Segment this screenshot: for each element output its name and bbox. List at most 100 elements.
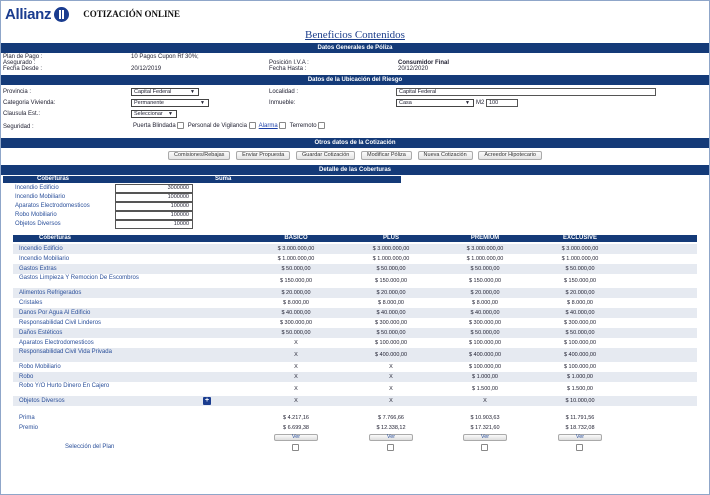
- seleccion-plan-label: Selección del Plan: [65, 444, 115, 450]
- suma-input[interactable]: 3000000: [115, 184, 193, 193]
- table-row: Robo X X $ 1.000,00 $ 1.000,00: [13, 372, 697, 382]
- coverage-name: Incendio Edificio: [19, 246, 63, 252]
- prima-value: $ 7.766,66: [378, 415, 404, 421]
- inmueble-label: Inmueble:: [269, 100, 296, 106]
- coverage-value: $ 40.000,00: [281, 310, 311, 316]
- suma-input[interactable]: 10000: [115, 220, 193, 229]
- provincia-select[interactable]: Capital Federal ▼: [131, 88, 199, 96]
- coverage-value: $ 400.000,00: [468, 352, 502, 358]
- suma-input[interactable]: 1000000: [115, 193, 193, 202]
- fecha-hasta-label: Fecha Hasta :: [269, 66, 307, 72]
- coverage-value: X: [294, 398, 298, 404]
- coverage-value: $ 50.000,00: [376, 266, 406, 272]
- ver-button[interactable]: Ver: [558, 434, 602, 441]
- nueva-cotizacion-button[interactable]: Nueva Cotización: [417, 151, 473, 160]
- ubicacion-block: Provincia : Capital Federal ▼ Localidad :…: [1, 85, 709, 137]
- coverage-value: $ 150.000,00: [374, 278, 408, 284]
- coverage-name: Daños Estéticos: [19, 330, 63, 336]
- fecha-desde-value: 20/12/2019: [131, 66, 162, 72]
- categoria-select[interactable]: Permanente ▼: [131, 99, 209, 107]
- chevron-down-icon: ▼: [465, 100, 470, 106]
- suma-row-name: Objetos Diversos: [15, 221, 61, 227]
- coverage-value: $ 100.000,00: [374, 340, 408, 346]
- coverage-value: $ 1.000.000,00: [466, 256, 504, 262]
- coverage-value: $ 20.000,00: [376, 290, 406, 296]
- plans-table: Coberturas BASICO PLUS PREMIUM EXCLUSIVE…: [1, 235, 709, 470]
- coverage-name: Robo Mobiliario: [19, 364, 61, 370]
- coverage-value: $ 8.000,00: [567, 300, 593, 306]
- localidad-input[interactable]: Capital Federal: [396, 88, 656, 96]
- suma-input[interactable]: 100000: [115, 202, 193, 211]
- clausula-select[interactable]: Seleccionar ▼: [131, 110, 177, 118]
- plan-select-checkbox[interactable]: [576, 444, 583, 451]
- table-row: Robo Mobiliario X X $ 100.000,00 $ 100.000,0…: [13, 362, 697, 372]
- terremoto-label: Terremoto: [289, 123, 317, 130]
- table-row: Daños Estéticos $ 50.000,00 $ 50.000,00 $ 5…: [13, 328, 697, 338]
- coverage-value: X: [294, 340, 298, 346]
- coverage-value: $ 100.000,00: [563, 364, 597, 370]
- ver-button[interactable]: Ver: [274, 434, 318, 441]
- chevron-down-icon: ▼: [190, 89, 195, 95]
- inmueble-select[interactable]: Casa ▼: [396, 99, 474, 107]
- m2-input[interactable]: 100: [486, 99, 518, 107]
- ver-button[interactable]: Ver: [369, 434, 413, 441]
- coverage-value: $ 8.000,00: [283, 300, 309, 306]
- personal-vigilancia-checkbox[interactable]: [248, 122, 256, 129]
- coverage-value: $ 40.000,00: [376, 310, 406, 316]
- suma-block: Coberturas Suma Incendio Edificio 3000000…: [1, 175, 709, 235]
- premio-value: $ 12.338,12: [376, 425, 406, 431]
- coverage-value: $ 50.000,00: [281, 330, 311, 336]
- coverage-value: X: [389, 374, 393, 380]
- acreedor-hipotecario-button[interactable]: Acreedor Hipotecario: [478, 151, 542, 160]
- plan-select-checkbox[interactable]: [481, 444, 488, 451]
- categoria-selected: Permanente: [134, 100, 164, 106]
- table-row: Incendio Mobiliario $ 1.000.000,00 $ 1.000…: [13, 254, 697, 264]
- prima-label: Prima: [19, 415, 35, 421]
- ver-button[interactable]: Ver: [463, 434, 507, 441]
- coverage-value: X: [483, 398, 487, 404]
- plan-select-checkbox[interactable]: [292, 444, 299, 451]
- suma-row: Aparatos Electrodomesticos 100000: [1, 202, 710, 211]
- coverage-name: Alimentos Refrigerados: [19, 290, 82, 296]
- suma-row-name: Aparatos Electrodomesticos: [15, 203, 90, 209]
- comisiones-button[interactable]: Comisiones/Rebajas: [167, 151, 231, 160]
- categoria-label: Categoria Vivienda:: [3, 100, 56, 106]
- table-row: Gastos Limpieza Y Remocion De Escombros $…: [13, 274, 697, 288]
- prima-value: $ 4.217,16: [283, 415, 309, 421]
- alarma-link[interactable]: Alarma: [259, 123, 278, 129]
- plan-select-checkbox[interactable]: [387, 444, 394, 451]
- coverage-name: Robo Y/O Hurto Dinero En Cajero: [19, 383, 110, 389]
- guardar-cotizacion-button[interactable]: Guardar Cotización: [295, 151, 356, 160]
- coverage-value: $ 3.000.000,00: [466, 246, 504, 252]
- coverage-value: $ 1.500,00: [567, 386, 593, 392]
- coverage-value: $ 8.000,00: [472, 300, 498, 306]
- coverage-name: Danos Por Agua Al Edificio: [19, 310, 91, 316]
- suma-head-suma: Suma: [193, 176, 401, 183]
- suma-row: Robo Mobiliario 100000: [1, 211, 710, 220]
- coverage-value: $ 50.000,00: [281, 266, 311, 272]
- suma-row: Objetos Diversos 10000: [1, 220, 710, 229]
- suma-row-name: Incendio Mobiliario: [15, 194, 66, 200]
- app-title: COTIZACIÓN ONLINE: [83, 9, 181, 19]
- add-objetos-icon[interactable]: +: [203, 397, 211, 405]
- coverage-value: $ 150.000,00: [279, 278, 313, 284]
- coverage-name: Aparatos Electrodomesticos: [19, 340, 94, 346]
- premio-row: Premio $ 6.699,38 $ 12.338,12 $ 17.321,60 $ …: [13, 424, 697, 433]
- coverage-value: $ 1.000.000,00: [372, 256, 410, 262]
- coverage-value: $ 50.000,00: [470, 330, 500, 336]
- inmueble-selected: Casa: [399, 100, 412, 106]
- coverage-value: $ 50.000,00: [470, 266, 500, 272]
- modificar-poliza-button[interactable]: Modificar Póliza: [361, 151, 412, 160]
- terremoto-checkbox[interactable]: [318, 122, 326, 129]
- premio-value: $ 17.321,60: [470, 425, 500, 431]
- suma-row-name: Incendio Edificio: [15, 185, 59, 191]
- coverage-value: $ 8.000,00: [378, 300, 404, 306]
- table-row: Incendio Edificio $ 3.000.000,00 $ 3.000.0…: [13, 244, 697, 254]
- alarma-checkbox[interactable]: [279, 122, 287, 129]
- plan-value: 10 Pagos Cupon Rf 30%;: [131, 54, 199, 60]
- enviar-propuesta-button[interactable]: Enviar Propuesta: [236, 151, 291, 160]
- puerta-blindada-checkbox[interactable]: [177, 122, 185, 129]
- personal-vigilancia-label: Personal de Vigilancia: [187, 123, 247, 130]
- page-title[interactable]: Beneficios Contenidos: [1, 29, 709, 43]
- suma-input[interactable]: 100000: [115, 211, 193, 220]
